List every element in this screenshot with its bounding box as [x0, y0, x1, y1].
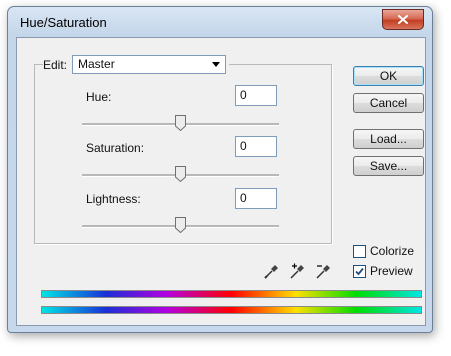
colorize-label: Colorize	[370, 244, 415, 258]
colorize-option[interactable]: Colorize	[353, 244, 414, 258]
saturation-label: Saturation:	[86, 141, 145, 155]
eyedropper-plus-icon[interactable]	[289, 263, 306, 280]
edit-channel-select[interactable]: Master	[72, 55, 227, 74]
close-icon	[398, 15, 408, 24]
edit-channel-value: Master	[78, 57, 115, 71]
title-bar[interactable]: Hue/Saturation	[8, 7, 432, 37]
window-title: Hue/Saturation	[20, 15, 107, 30]
load-button[interactable]: Load...	[353, 129, 424, 149]
adjustment-group: Edit: Master Hue: 0 Saturation: 0 Lightn…	[34, 55, 332, 244]
hue-input[interactable]: 0	[235, 85, 277, 106]
cancel-button[interactable]: Cancel	[353, 93, 424, 113]
preview-option[interactable]: Preview	[353, 264, 413, 278]
hue-slider-thumb[interactable]	[175, 115, 186, 131]
hue-label: Hue:	[86, 90, 112, 104]
checkmark-icon	[355, 267, 364, 275]
lightness-input[interactable]: 0	[235, 188, 277, 209]
close-button[interactable]	[382, 9, 424, 30]
edit-label: Edit:	[43, 57, 68, 72]
output-color-spectrum-bar	[41, 306, 422, 314]
ok-button[interactable]: OK	[353, 66, 424, 86]
eyedropper-minus-icon[interactable]	[315, 263, 332, 280]
saturation-slider-thumb[interactable]	[175, 166, 186, 182]
saturation-input[interactable]: 0	[235, 136, 277, 157]
eyedropper-icon[interactable]	[263, 263, 280, 280]
edit-row: Edit: Master	[43, 55, 230, 74]
lightness-label: Lightness:	[86, 192, 141, 206]
colorize-checkbox[interactable]	[353, 244, 366, 258]
lightness-slider-thumb[interactable]	[175, 217, 186, 233]
hue-saturation-dialog: Hue/Saturation Edit: Master Hue: 0 Satur…	[7, 6, 433, 333]
dropdown-arrow-icon	[212, 62, 221, 67]
input-color-spectrum-bar	[41, 290, 422, 298]
dialog-body: Edit: Master Hue: 0 Saturation: 0 Lightn…	[16, 37, 426, 326]
preview-checkbox[interactable]	[353, 264, 366, 278]
preview-label: Preview	[370, 264, 413, 278]
save-button[interactable]: Save...	[353, 156, 424, 176]
